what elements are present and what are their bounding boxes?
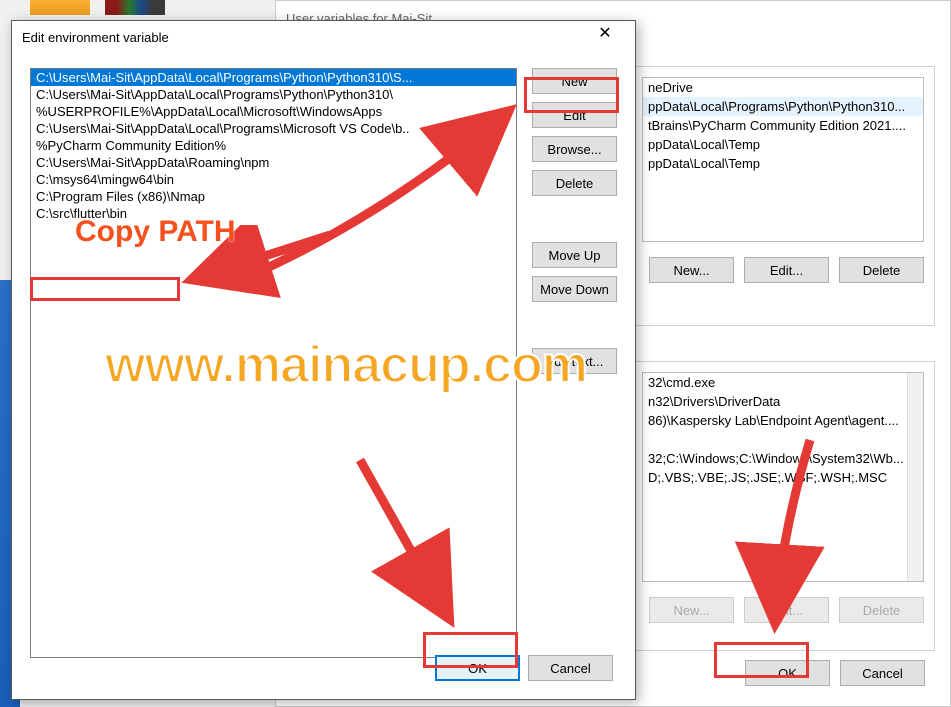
moveup-button[interactable]: Move Up (532, 242, 617, 268)
edit-button[interactable]: Edit (532, 102, 617, 128)
var-row[interactable]: ppData\Local\Programs\Python\Python310..… (643, 97, 923, 116)
titlebar[interactable]: Edit environment variable ✕ (12, 21, 635, 53)
var-row[interactable] (643, 430, 923, 449)
browse-button[interactable]: Browse... (532, 136, 617, 162)
var-row[interactable]: 32;C:\Windows;C:\Windows\System32\Wb... (643, 449, 923, 468)
cancel-button[interactable]: Cancel (840, 660, 925, 686)
var-row[interactable]: ppData\Local\Temp (643, 154, 923, 173)
var-row[interactable]: 32\cmd.exe (643, 373, 923, 392)
edit-env-var-dialog: Edit environment variable ✕ C:\Users\Mai… (11, 20, 636, 700)
path-item[interactable]: C:\src\flutter\bin (31, 205, 516, 222)
path-item[interactable]: C:\Users\Mai-Sit\AppData\Local\Programs\… (31, 69, 516, 86)
delete-button[interactable]: Delete (839, 257, 924, 283)
var-row[interactable]: 86)\Kaspersky Lab\Endpoint Agent\agent..… (643, 411, 923, 430)
path-item[interactable]: %PyCharm Community Edition% (31, 137, 516, 154)
delete-button[interactable]: Delete (532, 170, 617, 196)
path-item[interactable]: C:\Users\Mai-Sit\AppData\Local\Programs\… (31, 120, 516, 137)
dialog-title: Edit environment variable (22, 30, 585, 45)
delete-button: Delete (839, 597, 924, 623)
new-button[interactable]: New... (649, 257, 734, 283)
cancel-button[interactable]: Cancel (528, 655, 613, 681)
var-row[interactable]: neDrive (643, 78, 923, 97)
var-row[interactable]: tBrains\PyCharm Community Edition 2021..… (643, 116, 923, 135)
var-row[interactable]: D;.VBS;.VBE;.JS;.JSE;.WSF;.WSH;.MSC (643, 468, 923, 487)
path-item[interactable]: C:\Users\Mai-Sit\AppData\Local\Programs\… (31, 86, 516, 103)
path-item[interactable]: C:\msys64\mingw64\bin (31, 171, 516, 188)
edit-button[interactable]: Edit... (744, 257, 829, 283)
new-button: New... (649, 597, 734, 623)
new-button[interactable]: New (532, 68, 617, 94)
ok-button[interactable]: OK (745, 660, 830, 686)
path-item[interactable]: %USERPROFILE%\AppData\Local\Microsoft\Wi… (31, 103, 516, 120)
path-item[interactable]: C:\Users\Mai-Sit\AppData\Roaming\npm (31, 154, 516, 171)
edittext-button[interactable]: Edit text... (532, 348, 617, 374)
path-list[interactable]: C:\Users\Mai-Sit\AppData\Local\Programs\… (30, 68, 517, 658)
edit-button: Edit... (744, 597, 829, 623)
ok-button[interactable]: OK (435, 655, 520, 681)
scrollbar[interactable] (907, 373, 923, 581)
var-row[interactable]: n32\Drivers\DriverData (643, 392, 923, 411)
close-icon[interactable]: ✕ (585, 23, 625, 51)
var-row[interactable]: ppData\Local\Temp (643, 135, 923, 154)
path-item[interactable]: C:\Program Files (x86)\Nmap (31, 188, 516, 205)
movedown-button[interactable]: Move Down (532, 276, 617, 302)
